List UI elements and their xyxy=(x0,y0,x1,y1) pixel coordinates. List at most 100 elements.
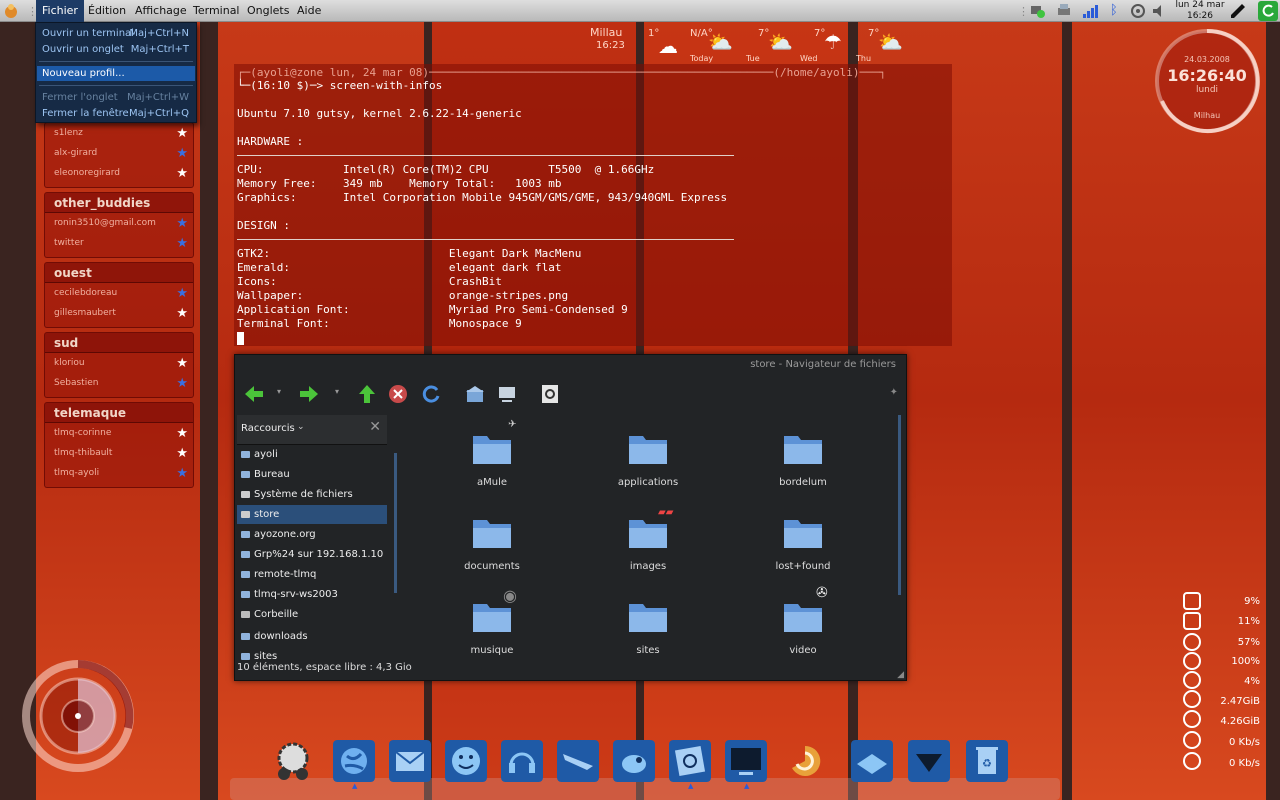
buddy-group-title[interactable]: sud xyxy=(45,333,193,353)
network-folder-icon xyxy=(241,551,250,558)
mixer-icon[interactable] xyxy=(1130,3,1146,19)
buddy-item[interactable]: twitter ★ xyxy=(45,233,193,253)
network-icon[interactable] xyxy=(1030,3,1046,19)
menu-item-new-profile[interactable]: Nouveau profil... xyxy=(37,66,195,81)
panel-clock[interactable]: lun 24 mar 16:26 xyxy=(1172,0,1228,22)
buddy-item[interactable]: s1lenz ★ xyxy=(45,123,193,143)
star-icon: ★ xyxy=(176,356,188,371)
sidebar-item-downloads[interactable]: downloads xyxy=(237,627,387,646)
computer-icon[interactable] xyxy=(496,383,518,405)
buddy-item[interactable]: kloriou ★ xyxy=(45,353,193,373)
buddy-item[interactable]: eleonoregirard ★ xyxy=(45,163,193,183)
sidebar-item-ayoli[interactable]: ayoli xyxy=(237,445,387,464)
buddy-item[interactable]: Sebastien ★ xyxy=(45,373,193,393)
menu-fichier[interactable]: Fichier xyxy=(36,0,84,22)
folder-item[interactable]: documents xyxy=(447,516,537,572)
weather-day: 7° ⛅ Thu xyxy=(856,26,918,63)
buddy-group: telemaque tlmq-corinne ★ tlmq-thibault ★ t… xyxy=(44,402,194,488)
buddy-item[interactable]: tlmq-ayoli ★ xyxy=(45,463,193,483)
back-arrow-icon[interactable] xyxy=(243,383,265,405)
buddy-group-title[interactable]: other_buddies xyxy=(45,193,193,213)
bluetooth-icon[interactable]: ᛒ xyxy=(1110,3,1126,19)
buddy-group-title[interactable]: ouest xyxy=(45,263,193,283)
folder-item[interactable]: musique xyxy=(447,600,537,656)
folder-item[interactable]: lost+found xyxy=(758,516,848,572)
terminal-appfont-line: Application Font: Myriad Pro Semi-Conden… xyxy=(237,303,628,316)
home-icon[interactable] xyxy=(464,383,486,405)
resize-grip-icon[interactable]: ◢ xyxy=(897,670,904,680)
fichier-dropdown-menu: Ouvrir un terminal Maj+Ctrl+N Ouvrir un o… xyxy=(35,22,197,123)
sidebar-scrollbar[interactable] xyxy=(394,453,397,593)
buddy-name: cecilebdoreau xyxy=(54,288,118,298)
buddy-name: gillesmaubert xyxy=(54,308,116,318)
folder-item[interactable]: applications xyxy=(603,432,693,488)
mail-icon[interactable] xyxy=(389,740,431,782)
buddy-name: s1lenz xyxy=(54,128,83,138)
clock-time: 16:26:40 xyxy=(1167,66,1247,85)
sidebar-header[interactable]: Raccourcis ⌄ ✕ xyxy=(237,415,387,445)
menu-terminal[interactable]: Terminal xyxy=(187,0,246,22)
sidebar-item-remote-tlmq[interactable]: remote-tlmq xyxy=(237,565,387,584)
shell-icon[interactable] xyxy=(784,740,826,782)
reload-icon[interactable] xyxy=(420,383,442,405)
globe-icon[interactable] xyxy=(333,740,375,782)
up-arrow-icon[interactable] xyxy=(356,383,378,405)
menu-onglets[interactable]: Onglets xyxy=(241,0,295,22)
menu-affichage[interactable]: Affichage xyxy=(129,0,193,22)
search-icon[interactable] xyxy=(540,383,562,405)
buddy-group-title[interactable]: telemaque xyxy=(45,403,193,423)
buddy-item[interactable]: ronin3510@gmail.com ★ xyxy=(45,213,193,233)
folder-item[interactable]: video xyxy=(758,600,848,656)
folder-item[interactable]: bordelum xyxy=(758,432,848,488)
terminal-window[interactable]: ┌─(ayoli@zone lun, 24 mar 08)───────────… xyxy=(234,64,952,346)
buddy-item[interactable]: tlmq-corinne ★ xyxy=(45,423,193,443)
menu-item-close-tab[interactable]: Fermer l'onglet Maj+Ctrl+W xyxy=(37,90,195,105)
content-scrollbar[interactable] xyxy=(898,415,901,595)
signal-icon[interactable] xyxy=(1082,3,1098,19)
sidebar-item-tlmq-srv[interactable]: tlmq-srv-ws2003 xyxy=(237,585,387,604)
download-arrow-icon[interactable] xyxy=(908,740,950,782)
terminal-icons-line: Icons: CrashBit xyxy=(237,275,502,288)
pen-icon[interactable] xyxy=(1228,1,1248,21)
menu-item-open-terminal[interactable]: Ouvrir un terminal Maj+Ctrl+N xyxy=(37,26,195,41)
printer-icon[interactable] xyxy=(1056,3,1072,19)
forward-arrow-icon[interactable] xyxy=(298,383,320,405)
forward-dropdown-icon[interactable]: ▾ xyxy=(335,387,339,396)
sidebar-item-store[interactable]: store xyxy=(237,505,387,524)
app-menu-icon[interactable] xyxy=(2,2,20,20)
buddy-item[interactable]: cecilebdoreau ★ xyxy=(45,283,193,303)
sidebar-item-bureau[interactable]: Bureau xyxy=(237,465,387,484)
settings-binoculars-icon[interactable] xyxy=(272,740,314,782)
trash-icon[interactable]: ♻ xyxy=(966,740,1008,782)
terminal-icon[interactable] xyxy=(725,740,767,782)
folder-item[interactable]: aMule xyxy=(447,432,537,488)
sidebar-item-ayozone[interactable]: ayozone.org xyxy=(237,525,387,544)
buddy-item[interactable]: tlmq-thibault ★ xyxy=(45,443,193,463)
sidebar-item-filesystem[interactable]: Système de fichiers xyxy=(237,485,387,504)
smiley-icon[interactable] xyxy=(445,740,487,782)
stat-value: 4.26GiB xyxy=(1220,716,1260,727)
folder-item[interactable]: images xyxy=(603,516,693,572)
airplane-icon[interactable] xyxy=(557,740,599,782)
back-dropdown-icon[interactable]: ▾ xyxy=(277,387,281,396)
refresh-icon[interactable] xyxy=(1258,1,1278,21)
disk-icon[interactable] xyxy=(851,740,893,782)
photo-icon[interactable] xyxy=(669,740,711,782)
buddy-item[interactable]: alx-girard ★ xyxy=(45,143,193,163)
menu-edition[interactable]: Édition xyxy=(82,0,132,22)
volume-icon[interactable] xyxy=(1151,3,1167,19)
menu-aide[interactable]: Aide xyxy=(291,0,327,22)
menu-item-open-tab[interactable]: Ouvrir un onglet Maj+Ctrl+T xyxy=(37,42,195,57)
sidebar-item-corbeille[interactable]: Corbeille xyxy=(237,605,387,624)
stat-value: 0 Kb/s xyxy=(1228,737,1260,748)
folder-item[interactable]: sites xyxy=(603,600,693,656)
close-sidebar-icon[interactable]: ✕ xyxy=(369,419,381,435)
tray-separator: ⋮ xyxy=(1018,5,1029,18)
stop-icon[interactable] xyxy=(387,383,409,405)
sidebar-item-grp[interactable]: Grp%24 sur 192.168.1.10 xyxy=(237,545,387,564)
gimp-icon[interactable] xyxy=(613,740,655,782)
menu-item-close-window[interactable]: Fermer la fenêtre Maj+Ctrl+Q xyxy=(37,106,195,121)
headphones-icon[interactable] xyxy=(501,740,543,782)
star-icon: ★ xyxy=(176,286,188,301)
buddy-item[interactable]: gillesmaubert ★ xyxy=(45,303,193,323)
